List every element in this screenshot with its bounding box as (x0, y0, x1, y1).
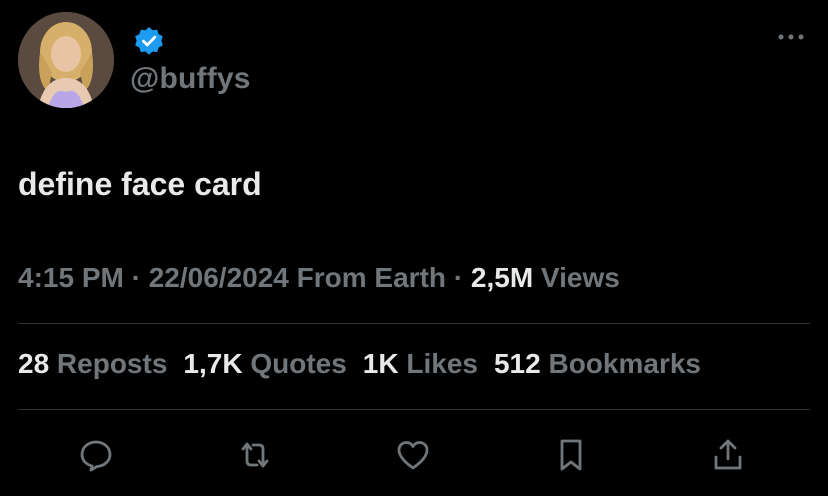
bookmarks-count: 512 (493, 348, 541, 379)
quotes-stat[interactable]: 1,7K Quotes (183, 348, 346, 380)
quotes-count: 1,7K (183, 348, 243, 379)
tweet-time[interactable]: 4:15 PM (18, 262, 124, 293)
profile-photo-icon (18, 12, 114, 108)
reposts-label: Reposts (49, 348, 168, 379)
more-options-icon[interactable] (776, 22, 806, 52)
like-icon (397, 441, 429, 470)
reposts-count: 28 (18, 348, 50, 379)
divider (18, 323, 810, 324)
share-button[interactable] (705, 432, 751, 478)
avatar[interactable] (18, 12, 114, 108)
likes-label: Likes (398, 348, 478, 379)
tweet-text: define face card (18, 166, 262, 202)
share-icon (714, 439, 742, 470)
bookmark-icon (560, 439, 582, 471)
tweet-meta: 4:15 PM · 22/06/2024 From Earth · 2,5M V… (18, 262, 620, 294)
meta-separator: · (123, 262, 149, 293)
reposts-stat[interactable]: 28 Reposts (18, 348, 167, 380)
bookmarks-label: Bookmarks (540, 348, 701, 379)
engagement-stats: 28 Reposts 1,7K Quotes 1K Likes 512 Book… (18, 348, 701, 380)
repost-button[interactable] (232, 432, 278, 478)
action-bar (0, 432, 828, 480)
bookmark-button[interactable] (548, 432, 594, 478)
views-label: Views (533, 262, 620, 293)
bookmarks-stat[interactable]: 512 Bookmarks (494, 348, 701, 380)
divider (18, 409, 810, 410)
tweet-date[interactable]: 22/06/2024 (149, 262, 289, 293)
repost-icon (241, 442, 269, 468)
like-button[interactable] (390, 432, 436, 478)
verified-badge-icon (134, 26, 164, 56)
likes-stat[interactable]: 1K Likes (363, 348, 478, 380)
tweet-source: From Earth (288, 262, 446, 293)
views-count: 2,5M (470, 262, 534, 293)
meta-separator: · (446, 262, 471, 293)
reply-button[interactable] (73, 432, 119, 478)
quotes-label: Quotes (242, 348, 347, 379)
user-handle[interactable]: @buffys (130, 62, 251, 96)
likes-count: 1K (362, 348, 399, 379)
reply-icon (80, 440, 112, 472)
